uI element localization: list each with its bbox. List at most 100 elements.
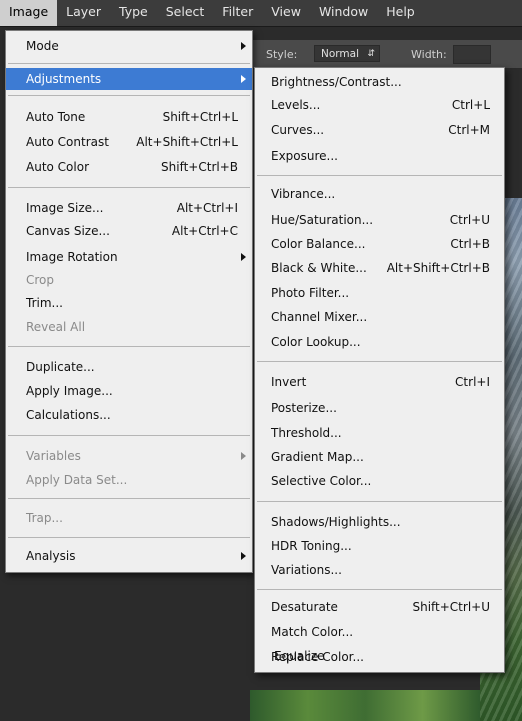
menu-item-auto-contrast[interactable]: Auto Contrast Alt+Shift+Ctrl+L: [6, 131, 252, 153]
menu-item-invert[interactable]: Invert Ctrl+I: [255, 371, 504, 393]
menu-item-gradient-map[interactable]: Gradient Map...: [255, 446, 504, 468]
menu-layer[interactable]: Layer: [57, 0, 110, 26]
menu-item-label: Match Color...: [271, 625, 354, 639]
menu-item-label: Crop: [26, 273, 55, 287]
menu-item-brightness-contrast[interactable]: Brightness/Contrast...: [255, 71, 504, 93]
menu-window[interactable]: Window: [310, 0, 377, 26]
separator: [257, 501, 502, 502]
menu-item-label: Apply Data Set...: [26, 473, 128, 487]
menu-item-image-rotation[interactable]: Image Rotation: [6, 246, 252, 268]
menu-item-black-white[interactable]: Black & White... Alt+Shift+Ctrl+B: [255, 257, 504, 279]
menu-item-duplicate[interactable]: Duplicate...: [6, 356, 252, 378]
style-select[interactable]: Normal ⇵: [314, 45, 380, 62]
submenu-arrow-icon: [241, 75, 246, 83]
menu-item-match-color[interactable]: Match Color...: [255, 621, 504, 643]
shortcut-label: Shift+Ctrl+U: [412, 600, 490, 614]
menu-item-exposure[interactable]: Exposure...: [255, 145, 504, 167]
shortcut-label: Ctrl+B: [450, 237, 490, 251]
adjustments-submenu: Brightness/Contrast... Levels... Ctrl+L …: [254, 67, 505, 673]
menu-item-variations[interactable]: Variations...: [255, 559, 504, 581]
menu-item-label: Auto Color: [26, 160, 90, 174]
menu-item-trap[interactable]: Trap...: [6, 507, 252, 529]
menu-item-apply-data-set[interactable]: Apply Data Set...: [6, 469, 252, 491]
canvas-image-trees: [250, 690, 480, 721]
menu-item-label: Shadows/Highlights...: [271, 515, 401, 529]
menu-item-desaturate[interactable]: Desaturate Shift+Ctrl+U: [255, 596, 504, 618]
menu-item-label: Image Rotation: [26, 250, 118, 264]
menu-item-label: Vibrance...: [271, 187, 336, 201]
menu-item-trim[interactable]: Trim...: [6, 292, 252, 314]
separator: [8, 187, 250, 188]
menu-item-label: Brightness/Contrast...: [271, 75, 402, 89]
menu-item-label: HDR Toning...: [271, 539, 352, 553]
menu-item-label: Image Size...: [26, 201, 104, 215]
menu-item-label: Invert: [271, 375, 307, 389]
menu-item-label: Desaturate: [271, 600, 338, 614]
menu-item-canvas-size[interactable]: Canvas Size... Alt+Ctrl+C: [6, 220, 252, 242]
menu-item-vibrance[interactable]: Vibrance...: [255, 183, 504, 205]
menu-help[interactable]: Help: [377, 0, 424, 26]
menu-item-adjustments[interactable]: Adjustments: [6, 68, 252, 90]
menu-item-threshold[interactable]: Threshold...: [255, 422, 504, 444]
menu-item-label: Apply Image...: [26, 384, 113, 398]
menu-filter[interactable]: Filter: [213, 0, 262, 26]
menu-image[interactable]: Image: [0, 0, 58, 26]
width-label: Width:: [411, 48, 447, 61]
menu-item-reveal-all[interactable]: Reveal All: [6, 316, 252, 338]
menu-item-variables[interactable]: Variables: [6, 445, 252, 467]
shortcut-label: Alt+Ctrl+I: [176, 201, 238, 215]
shortcut-label: Ctrl+U: [449, 213, 490, 227]
menu-item-label: Selective Color...: [271, 474, 372, 488]
shortcut-label: Ctrl+M: [448, 123, 490, 137]
menu-item-photo-filter[interactable]: Photo Filter...: [255, 282, 504, 304]
separator: [257, 361, 502, 362]
separator: [8, 95, 250, 96]
separator: [8, 63, 250, 64]
menu-item-levels[interactable]: Levels... Ctrl+L: [255, 94, 504, 116]
menu-item-apply-image[interactable]: Apply Image...: [6, 380, 252, 402]
submenu-arrow-icon: [241, 552, 246, 560]
menu-item-channel-mixer[interactable]: Channel Mixer...: [255, 306, 504, 328]
menu-item-label: Equalize: [274, 649, 325, 663]
menu-item-label: Levels...: [271, 98, 321, 112]
menu-item-color-balance[interactable]: Color Balance... Ctrl+B: [255, 233, 504, 255]
menu-item-label: Analysis: [26, 549, 76, 563]
menu-item-label: Auto Tone: [26, 110, 86, 124]
menu-item-image-size[interactable]: Image Size... Alt+Ctrl+I: [6, 197, 252, 219]
menu-item-equalize[interactable]: Equalize: [254, 645, 503, 667]
submenu-arrow-icon: [241, 42, 246, 50]
submenu-arrow-icon: [241, 253, 246, 261]
menu-item-curves[interactable]: Curves... Ctrl+M: [255, 119, 504, 141]
menu-item-label: Exposure...: [271, 149, 338, 163]
menu-item-label: Color Lookup...: [271, 335, 361, 349]
submenu-arrow-icon: [241, 452, 246, 460]
menu-item-label: Channel Mixer...: [271, 310, 368, 324]
menu-item-calculations[interactable]: Calculations...: [6, 404, 252, 426]
menu-item-label: Adjustments: [26, 72, 102, 86]
menu-select[interactable]: Select: [157, 0, 214, 26]
menu-item-posterize[interactable]: Posterize...: [255, 397, 504, 419]
menu-item-auto-tone[interactable]: Auto Tone Shift+Ctrl+L: [6, 106, 252, 128]
menu-item-crop[interactable]: Crop: [6, 269, 252, 291]
menu-item-label: Black & White...: [271, 261, 367, 275]
menu-item-selective-color[interactable]: Selective Color...: [255, 470, 504, 492]
menu-item-shadows-highlights[interactable]: Shadows/Highlights...: [255, 511, 504, 533]
image-menu-dropdown: Mode Adjustments Auto Tone Shift+Ctrl+L …: [5, 30, 253, 573]
menu-type[interactable]: Type: [110, 0, 157, 26]
shortcut-label: Ctrl+I: [455, 375, 490, 389]
updown-arrows-icon: ⇵: [367, 49, 375, 59]
menu-item-mode[interactable]: Mode: [6, 35, 252, 57]
menu-view[interactable]: View: [262, 0, 310, 26]
shortcut-label: Ctrl+L: [451, 98, 490, 112]
menu-item-label: Hue/Saturation...: [271, 213, 374, 227]
menu-item-label: Calculations...: [26, 408, 111, 422]
menu-item-hdr-toning[interactable]: HDR Toning...: [255, 535, 504, 557]
separator: [8, 537, 250, 538]
menu-item-hue-saturation[interactable]: Hue/Saturation... Ctrl+U: [255, 209, 504, 231]
width-input[interactable]: [453, 45, 491, 64]
menu-item-color-lookup[interactable]: Color Lookup...: [255, 331, 504, 353]
menu-item-label: Trap...: [26, 511, 63, 525]
menu-item-auto-color[interactable]: Auto Color Shift+Ctrl+B: [6, 156, 252, 178]
shortcut-label: Alt+Ctrl+C: [171, 224, 238, 238]
menu-item-analysis[interactable]: Analysis: [6, 545, 252, 567]
